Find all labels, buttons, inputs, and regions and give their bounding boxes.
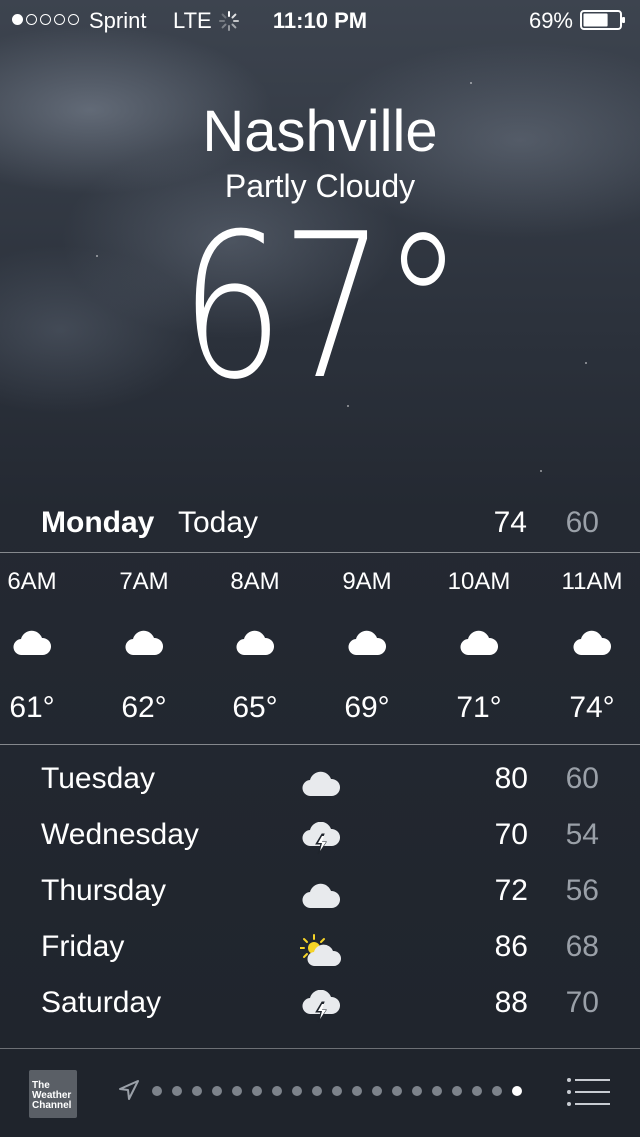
forecast-low: 56 [565,874,599,907]
daily-row: Tuesday 80 60 [0,752,640,808]
today-summary: Monday Today 74 60 [0,506,640,546]
cloud-icon [125,630,163,656]
forecast-low: 68 [565,930,599,963]
page-dot[interactable] [212,1086,222,1096]
forecast-day: Saturday [41,986,162,1019]
thunderstorm-icon [302,990,340,1023]
hour-temp: 71° [456,691,502,724]
hour-time: 6AM [7,568,57,595]
today-low: 60 [565,506,599,539]
page-dot[interactable] [252,1086,262,1096]
page-dot[interactable] [312,1086,322,1096]
forecast-high: 86 [494,930,528,963]
forecast-day: Wednesday [41,818,199,851]
today-day: Monday [41,506,155,539]
daily-forecast[interactable]: Tuesday 80 60 Wednesday 70 54 Thursday 7… [0,752,640,1048]
hour-temp: 62° [121,691,167,724]
hour-temp: 65° [232,691,278,724]
hour-temp: 74° [569,691,615,724]
page-dot[interactable] [432,1086,442,1096]
page-dot[interactable] [232,1086,242,1096]
page-dot[interactable] [452,1086,462,1096]
page-dot[interactable] [172,1086,182,1096]
forecast-high: 88 [494,986,528,1019]
page-dot[interactable] [352,1086,362,1096]
forecast-high: 72 [494,874,528,907]
forecast-day: Thursday [41,874,167,907]
cloud-icon [236,630,274,656]
hour-time: 7AM [119,568,169,595]
hourly-forecast[interactable]: 6AM 61° 7AM 62° 8AM 65° 9AM 69° 10AM 71°… [0,553,640,743]
location-arrow-icon[interactable] [118,1079,140,1101]
thunderstorm-icon [302,822,340,855]
hour-time: 8AM [230,568,280,595]
daily-row: Thursday 72 56 [0,864,640,920]
forecast-low: 54 [565,818,599,851]
page-dot[interactable] [392,1086,402,1096]
logo-text-line: Channel [32,1100,72,1111]
forecast-low: 60 [565,762,599,795]
forecast-high: 70 [494,818,528,851]
weather-channel-logo[interactable]: The Weather Channel [29,1070,77,1118]
star [470,82,472,84]
cloud-icon [13,630,51,656]
cloud-icon [348,630,386,656]
page-dot[interactable] [192,1086,202,1096]
hour-time: 9AM [342,568,392,595]
forecast-day: Tuesday [41,762,155,795]
today-high: 74 [493,506,527,539]
page-indicator[interactable] [152,1086,522,1096]
page-dot[interactable] [272,1086,282,1096]
cloud-icon [302,771,341,797]
forecast-high: 80 [494,762,528,795]
daily-row: Saturday 88 70 [0,976,640,1032]
bottom-toolbar: The Weather Channel [0,1048,640,1137]
hour-temp: 69° [344,691,390,724]
list-icon[interactable] [566,1077,610,1107]
battery-percentage: 69% [528,8,573,33]
forecast-day: Friday [41,930,125,963]
page-dot[interactable] [492,1086,502,1096]
page-dot-active[interactable] [512,1086,522,1096]
city-name: Nashville [202,99,438,164]
divider [0,744,640,745]
page-dot[interactable] [292,1086,302,1096]
hour-time: 11AM [561,568,623,595]
cloud-icon [573,630,611,656]
page-dot[interactable] [372,1086,382,1096]
status-bar: Sprint LTE 11:10 PM 69% [0,0,640,40]
page-dot[interactable] [152,1086,162,1096]
hour-temp: 61° [9,691,55,724]
page-dot[interactable] [472,1086,482,1096]
cloud-icon [460,630,498,656]
star [540,470,542,472]
today-label: Today [178,506,259,539]
current-temperature: 67° [0,208,640,408]
hour-time: 10AM [447,568,511,595]
battery-icon [580,10,625,30]
current-temperature-value: 67° [179,191,464,424]
partly-sunny-icon [300,934,342,967]
page-dot[interactable] [412,1086,422,1096]
forecast-low: 70 [565,986,599,1019]
page-dot[interactable] [332,1086,342,1096]
daily-row: Wednesday 70 54 [0,808,640,864]
daily-row: Friday 86 68 [0,920,640,976]
cloud-icon [302,883,341,909]
